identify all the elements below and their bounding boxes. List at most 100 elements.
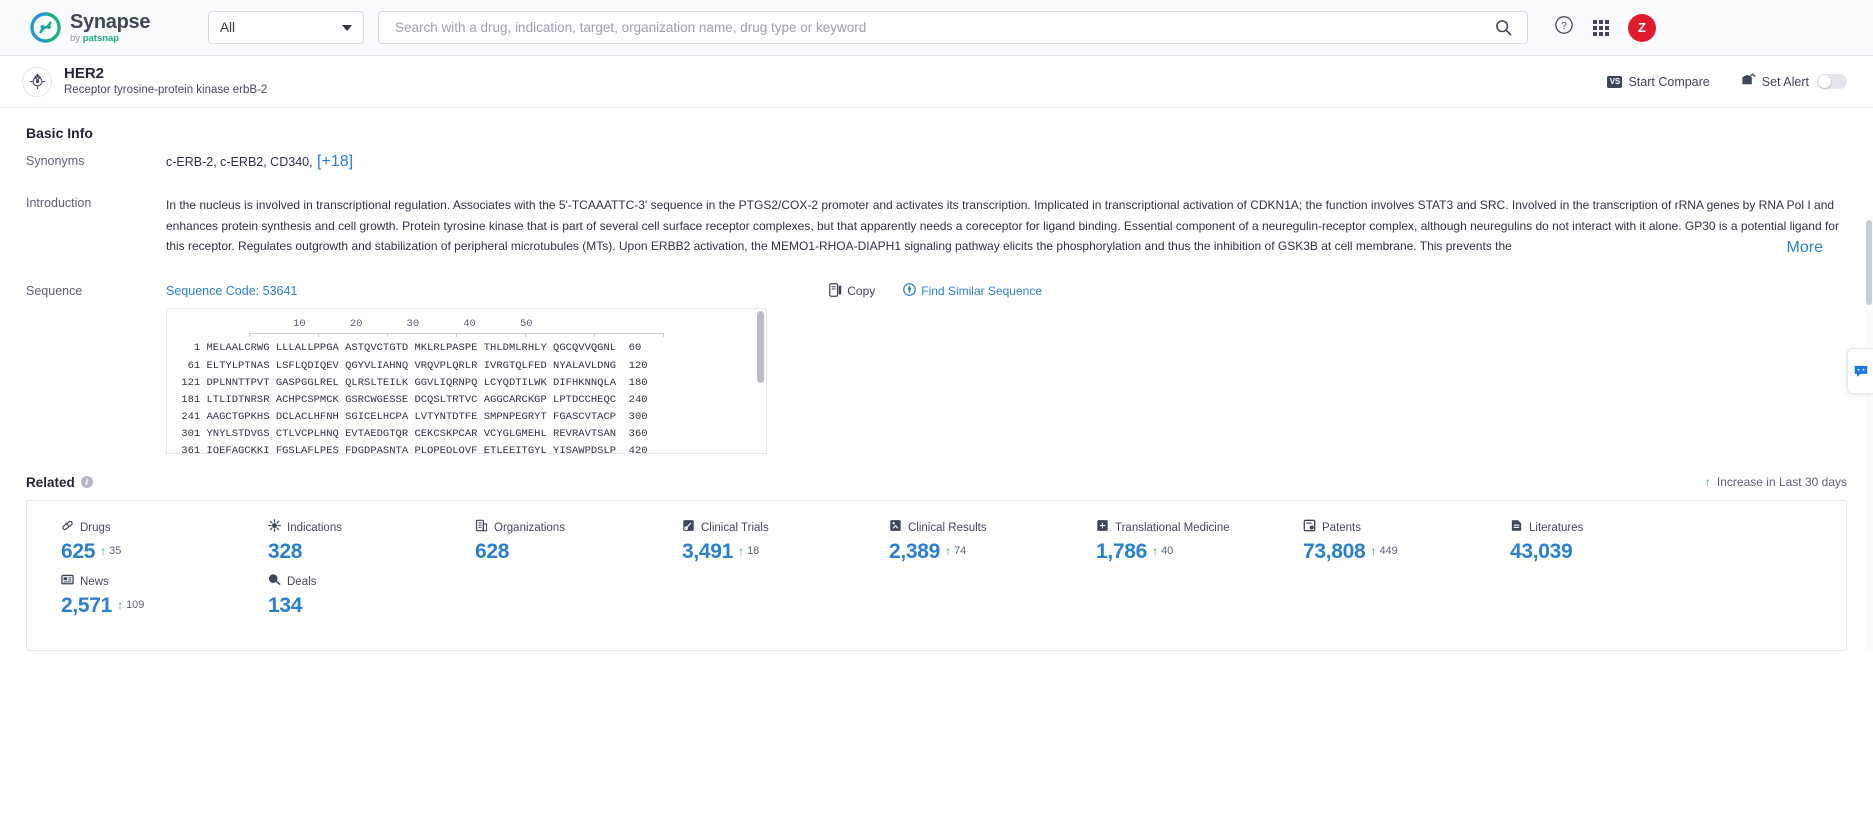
sequence-lines: 1 MELAALCRWG LLLALLPPGA ASTQVCTGTD MKLRL… (167, 340, 766, 454)
stat-patents[interactable]: Patents 73,808 ↑ 449 (1269, 519, 1476, 564)
synonyms-label: Synonyms (26, 154, 85, 168)
set-alert-control[interactable]: Set Alert (1741, 73, 1847, 90)
literature-icon (1510, 519, 1523, 537)
synonyms-more-link[interactable]: [+18] (317, 153, 353, 170)
related-header: Related i ↑ Increase in Last 30 days (26, 459, 1847, 500)
introduction-label: Introduction (26, 196, 92, 210)
clinical-trial-icon (682, 519, 695, 537)
brand-name: Synapse (70, 10, 151, 33)
global-search[interactable] (378, 11, 1528, 44)
apps-grid-icon[interactable] (1593, 19, 1609, 36)
stat-delta: ↑ 18 (738, 540, 759, 558)
stat-value: 43,039 (1510, 539, 1573, 563)
arrow-up-icon: ↑ (1370, 543, 1377, 558)
stat-label: Translational Medicine (1115, 521, 1230, 534)
stat-drugs[interactable]: Drugs 625 ↑ 35 (27, 519, 234, 564)
sequence-line: 241 AAGCTGPKHS DCLACLHFNH SGICELHCPA LVT… (175, 410, 648, 423)
target-icon (22, 66, 52, 97)
stat-news[interactable]: News 2,571 ↑ 109 (27, 573, 234, 618)
page-scrollbar-thumb[interactable] (1866, 220, 1872, 305)
introduction-more-link[interactable]: More (1782, 238, 1823, 257)
introduction-text: In the nucleus is involved in transcript… (166, 198, 1839, 254)
copy-label: Copy (847, 284, 876, 299)
chat-support-widget[interactable] (1847, 348, 1873, 394)
help-button[interactable]: ? (1554, 15, 1574, 40)
brand-logo[interactable]: Synapse by patsnap (30, 12, 180, 44)
stat-delta-value: 18 (747, 544, 760, 557)
info-icon[interactable]: i (80, 476, 93, 489)
avatar[interactable]: Z (1628, 13, 1656, 42)
sequence-line: 361 IQEFAGCKKI FGSLAFLPES FDGDPASNTA PLQ… (175, 445, 648, 454)
deal-icon (268, 573, 281, 591)
page-title: HER2 (64, 64, 105, 82)
start-compare-button[interactable]: VS Start Compare (1607, 75, 1710, 89)
chat-bubble-icon (1854, 365, 1867, 377)
increase-legend: ↑ Increase in Last 30 days (1705, 475, 1847, 489)
sequence-line: 181 LTLIDTNRSR ACHPCSPMCK GSRCWGESSE DCQ… (175, 393, 648, 406)
stat-translational-medicine[interactable]: Translational Medicine 1,786 ↑ 40 (1062, 519, 1269, 564)
translational-medicine-icon (1096, 519, 1109, 537)
main-content: Basic Info Synonyms c-ERB-2, c-ERB2, CD3… (0, 108, 1873, 651)
search-button[interactable] (1486, 18, 1513, 37)
sequence-line: 121 DPLNNTTPVT GASPGGLREL QLRSLTEILK GGV… (175, 376, 648, 389)
arrow-up-icon: ↑ (945, 543, 952, 558)
find-similar-icon (903, 283, 917, 299)
stat-value: 134 (268, 594, 303, 618)
set-alert-label: Set Alert (1761, 74, 1809, 89)
search-input[interactable] (393, 19, 1486, 36)
sequence-line: 301 YNYLSTDVGS CTLVCPLHNQ EVTAEDGTQR CEK… (175, 427, 648, 440)
stat-label: Clinical Results (908, 521, 987, 534)
stat-delta-value: 449 (1379, 544, 1398, 557)
virus-icon (268, 519, 281, 537)
search-icon (1496, 20, 1512, 36)
increase-legend-label: Increase in Last 30 days (1716, 475, 1847, 490)
stat-indications[interactable]: Indications 328 (234, 519, 441, 564)
copy-sequence-button[interactable]: Copy (829, 283, 875, 300)
capsule-icon (61, 519, 74, 537)
stat-literatures[interactable]: Literatures 43,039 (1476, 519, 1683, 564)
stat-value: 2,571 (61, 594, 113, 618)
search-scope-select[interactable]: All (208, 11, 364, 44)
stat-label: Organizations (494, 521, 565, 534)
entity-header: HER2 Receptor tyrosine-protein kinase er… (0, 56, 1873, 108)
stat-delta-value: 40 (1161, 544, 1174, 557)
stat-deals[interactable]: Deals 134 (234, 573, 441, 618)
synonyms-row: Synonyms c-ERB-2, c-ERB2, CD340, [+18] (26, 153, 1847, 171)
related-stats-card: Drugs 625 ↑ 35 Indications 328 Organizations 62… (26, 499, 1847, 651)
stat-label: Clinical Trials (701, 521, 769, 534)
arrow-up-icon: ↑ (100, 543, 107, 558)
brand-subtitle: by patsnap (70, 32, 120, 44)
stat-value: 73,808 (1303, 539, 1366, 563)
related-stats-grid: Drugs 625 ↑ 35 Indications 328 Organizations 62… (27, 519, 1846, 628)
arrow-up-icon: ↑ (738, 543, 745, 558)
versus-icon: VS (1607, 75, 1623, 88)
sequence-viewer[interactable]: 10 20 30 40 50 1 MELAALCRWG LLLALLPPGA A… (166, 307, 767, 454)
news-icon (61, 573, 74, 591)
introduction-row: Introduction In the nucleus is involved … (26, 195, 1847, 257)
page-subtitle: Receptor tyrosine-protein kinase erbB-2 (64, 84, 268, 97)
stat-delta: ↑ 449 (1370, 540, 1397, 558)
stat-label: Drugs (80, 521, 111, 534)
svg-text:?: ? (1561, 21, 1567, 32)
synonyms-value: c-ERB-2, c-ERB2, CD340, (166, 155, 313, 169)
sequence-scrollbar-thumb[interactable] (757, 310, 764, 383)
basic-info-title: Basic Info (26, 125, 93, 141)
set-alert-toggle[interactable] (1817, 74, 1847, 89)
stat-delta-value: 109 (126, 599, 145, 612)
find-similar-sequence-button[interactable]: Find Similar Sequence (903, 283, 1042, 299)
stat-label: Indications (287, 521, 342, 534)
arrow-up-icon: ↑ (1152, 543, 1159, 558)
stat-organizations[interactable]: Organizations 628 (441, 519, 648, 564)
stat-clinical-results[interactable]: Clinical Results 2,389 ↑ 74 (855, 519, 1062, 564)
clinical-result-icon (889, 519, 902, 537)
search-scope-value: All (220, 20, 236, 35)
stat-value: 328 (268, 539, 303, 563)
stat-value: 2,389 (889, 539, 941, 563)
stat-label: Literatures (1529, 521, 1584, 534)
stat-clinical-trials[interactable]: Clinical Trials 3,491 ↑ 18 (648, 519, 855, 564)
stat-delta: ↑ 74 (945, 540, 966, 558)
stat-label: News (80, 576, 109, 589)
sequence-label: Sequence (26, 283, 83, 298)
stat-value: 1,786 (1096, 539, 1148, 563)
sequence-code[interactable]: Sequence Code: 53641 (166, 284, 297, 298)
